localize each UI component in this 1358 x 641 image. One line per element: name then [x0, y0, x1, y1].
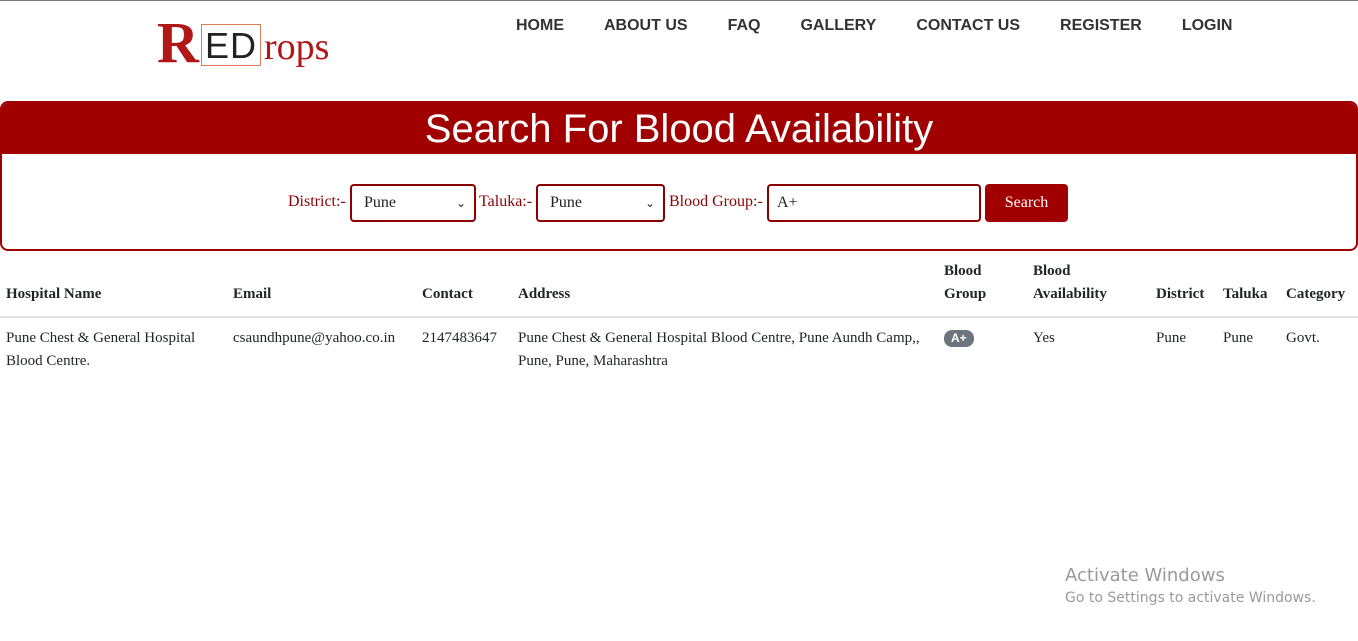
- brand-logo[interactable]: R ED rops: [157, 14, 357, 72]
- cell-contact: 2147483647: [422, 330, 497, 346]
- col-category: Category: [1280, 256, 1358, 318]
- blood-group-input[interactable]: A+: [767, 184, 981, 222]
- activate-windows-subtitle: Go to Settings to activate Windows.: [1065, 590, 1316, 606]
- chevron-down-icon: ⌄: [644, 196, 655, 210]
- district-label: District:-: [288, 193, 346, 210]
- cell-blood-group: A+: [938, 317, 1027, 382]
- cell-hospital-name: Pune Chest & General Hospital Blood Cent…: [6, 330, 196, 369]
- taluka-select[interactable]: Pune ⌄: [536, 184, 665, 222]
- page-title: Search For Blood Availability: [2, 103, 1356, 154]
- district-select-value: Pune: [364, 194, 396, 211]
- results-table: Hospital Name Email Contact Address Bloo…: [0, 256, 1358, 382]
- cell-address: Pune Chest & General Hospital Blood Cent…: [518, 330, 920, 369]
- taluka-label: Taluka:-: [479, 193, 533, 210]
- district-select[interactable]: Pune ⌄: [350, 184, 476, 222]
- table-header-row: Hospital Name Email Contact Address Bloo…: [0, 256, 1358, 318]
- logo-ed-text: ED: [205, 25, 258, 66]
- nav-gallery[interactable]: GALLERY: [800, 16, 876, 36]
- logo-letter-r: R: [157, 10, 199, 75]
- taluka-select-value: Pune: [550, 194, 582, 211]
- col-taluka: Taluka: [1217, 256, 1280, 318]
- cell-district: Pune: [1156, 330, 1186, 346]
- search-panel: Search For Blood Availability District:-…: [0, 101, 1358, 251]
- main-nav: HOME ABOUT US FAQ GALLERY CONTACT US REG…: [516, 16, 1232, 36]
- col-address: Address: [512, 256, 938, 318]
- cell-email: csaundhpune@yahoo.co.in: [233, 330, 396, 346]
- activate-windows-title: Activate Windows: [1065, 565, 1225, 586]
- nav-about-us[interactable]: ABOUT US: [604, 16, 688, 36]
- col-blood-group: Blood Group: [938, 256, 1027, 318]
- col-blood-availability: Blood Availability: [1027, 256, 1150, 318]
- logo-rops-text: rops: [264, 26, 330, 68]
- col-contact: Contact: [416, 256, 512, 318]
- blood-group-label: Blood Group:-: [669, 193, 763, 210]
- cell-availability: Yes: [1033, 330, 1055, 346]
- col-district: District: [1150, 256, 1217, 318]
- nav-faq[interactable]: FAQ: [728, 16, 761, 36]
- cell-taluka: Pune: [1223, 330, 1253, 346]
- nav-register[interactable]: REGISTER: [1060, 16, 1142, 36]
- nav-home[interactable]: HOME: [516, 16, 564, 36]
- chevron-down-icon: ⌄: [455, 196, 466, 210]
- top-border: [0, 0, 1358, 1]
- col-hospital-name: Hospital Name: [0, 256, 227, 318]
- blood-group-badge: A+: [944, 330, 974, 347]
- search-form: District:- Pune ⌄ Taluka:- Pune ⌄ Blood …: [2, 184, 1356, 224]
- nav-contact-us[interactable]: CONTACT US: [916, 16, 1020, 36]
- table-row: Pune Chest & General Hospital Blood Cent…: [0, 317, 1358, 382]
- search-button[interactable]: Search: [985, 184, 1068, 222]
- nav-login[interactable]: LOGIN: [1182, 16, 1233, 36]
- col-email: Email: [227, 256, 416, 318]
- cell-category: Govt.: [1286, 330, 1320, 346]
